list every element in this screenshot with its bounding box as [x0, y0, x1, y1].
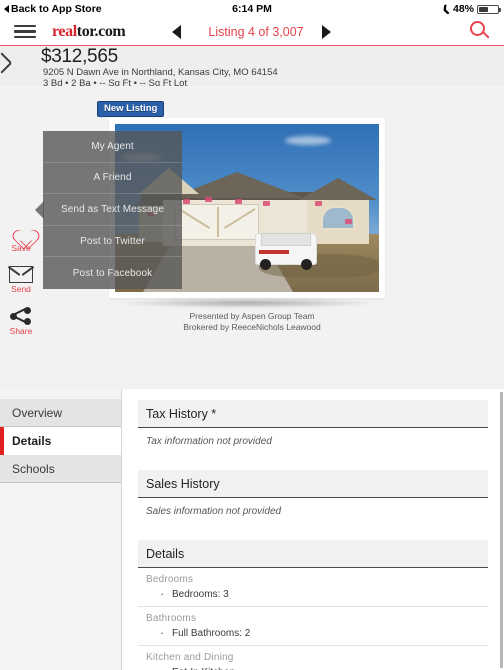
- next-listing-icon[interactable]: [322, 24, 331, 39]
- battery-icon: [477, 4, 501, 14]
- envelope-icon: [9, 266, 33, 283]
- photo-van: [255, 230, 317, 270]
- sales-history-body: Sales information not provided: [146, 506, 282, 517]
- photo-garage-door: [175, 204, 259, 240]
- share-popover-menu: My Agent A Friend Send as Text Message P…: [43, 131, 182, 289]
- share-menu-item-text-message[interactable]: Send as Text Message: [43, 194, 182, 226]
- detail-group-list: Bedrooms: 3: [146, 587, 480, 601]
- logo-text-dark: tor.com: [76, 22, 126, 40]
- sidebar-item-overview[interactable]: Overview: [0, 399, 122, 427]
- share-menu-item-my-agent[interactable]: My Agent: [43, 131, 182, 163]
- previous-listing-icon[interactable]: [172, 24, 181, 39]
- sidebar-item-label: Schools: [12, 461, 55, 476]
- action-rail: Save Send Share: [0, 222, 42, 349]
- detail-content-pane[interactable]: Tax History * Tax information not provid…: [122, 389, 504, 670]
- share-menu-item-twitter[interactable]: Post to Twitter: [43, 226, 182, 258]
- tax-history-body: Tax information not provided: [146, 436, 272, 447]
- detail-sidebar: Overview Details Schools: [0, 389, 122, 670]
- send-label: Send: [11, 284, 31, 294]
- back-chevron-icon[interactable]: [8, 54, 24, 78]
- share-menu-item-a-friend[interactable]: A Friend: [43, 163, 182, 195]
- list-item: Bedrooms: 3: [160, 587, 480, 601]
- detail-group-title: Bedrooms: [146, 574, 194, 585]
- photo-drop-shadow: [118, 298, 376, 308]
- listing-attribution: Presented by Aspen Group Team Brokered b…: [0, 311, 504, 333]
- photo-cloud: [285, 136, 331, 145]
- sidebar-item-label: Details: [12, 434, 52, 448]
- ios-status-bar: Back to App Store 6:14 PM ❰ 48%: [0, 0, 504, 18]
- detail-group-list: Full Bathrooms: 2: [146, 626, 480, 640]
- share-node-icon: [10, 307, 32, 325]
- share-menu-item-facebook[interactable]: Post to Facebook: [43, 257, 182, 289]
- detail-group-kitchen-and-dining: Kitchen and Dining Eat-In Kitchen Formal…: [138, 646, 488, 670]
- tax-history-title: Tax History *: [138, 400, 488, 428]
- realtor-listing-screen: Back to App Store 6:14 PM ❰ 48% realtor.…: [0, 0, 504, 670]
- list-item: Eat-In Kitchen: [160, 665, 480, 670]
- detail-group-bathrooms: Bathrooms Full Bathrooms: 2: [138, 607, 488, 646]
- list-item: Full Bathrooms: 2: [160, 626, 480, 640]
- status-badge: New Listing: [97, 100, 165, 117]
- hamburger-menu-icon[interactable]: [14, 24, 36, 39]
- sales-history-title: Sales History: [138, 470, 488, 498]
- property-price: $312,565: [41, 46, 118, 67]
- send-button[interactable]: Send: [0, 266, 42, 294]
- lower-section: Overview Details Schools Tax History * T…: [0, 389, 504, 670]
- tax-history-card: Tax History * Tax information not provid…: [138, 400, 488, 459]
- status-bar-right: ❰ 48%: [440, 2, 501, 15]
- sidebar-item-details[interactable]: Details: [0, 427, 122, 455]
- listing-counter-label: Listing 4 of 3,007: [208, 24, 304, 39]
- details-title: Details: [138, 540, 488, 568]
- battery-percent-label: 48%: [452, 3, 474, 15]
- save-button[interactable]: Save: [0, 222, 42, 253]
- pane-divider: [121, 389, 122, 670]
- detail-group-title: Kitchen and Dining: [146, 652, 234, 663]
- badge-tail-icon: [101, 112, 107, 118]
- popover-arrow-icon: [35, 201, 44, 219]
- detail-group-list: Eat-In Kitchen Formal Dining: [146, 665, 480, 670]
- new-listing-badge-wrap: New Listing: [97, 98, 165, 118]
- sidebar-item-schools[interactable]: Schools: [0, 455, 122, 483]
- presented-by-label: Presented by Aspen Group Team: [189, 311, 315, 321]
- location-arrow-icon: ❰: [440, 2, 452, 15]
- logo-text-red: real: [52, 22, 77, 40]
- share-button[interactable]: Share: [0, 307, 42, 336]
- search-icon[interactable]: [470, 20, 492, 43]
- share-label: Share: [9, 326, 33, 336]
- property-address: 9205 N Dawn Ave in Northland, Kansas Cit…: [43, 67, 278, 78]
- sales-history-card: Sales History Sales information not prov…: [138, 470, 488, 529]
- heart-icon: [10, 222, 32, 242]
- content-scrollbar[interactable]: [500, 392, 503, 668]
- brokered-by-label: Brokered by ReeceNichols Leawood: [183, 322, 321, 332]
- details-card: Details Bedrooms Bedrooms: 3 Bathrooms F…: [138, 540, 488, 670]
- property-header: $312,565 9205 N Dawn Ave in Northland, K…: [0, 46, 504, 89]
- app-nav-bar: realtor.com Listing 4 of 3,007: [0, 18, 504, 46]
- status-bar-time: 6:14 PM: [232, 3, 272, 15]
- detail-group-bedrooms: Bedrooms Bedrooms: 3: [138, 568, 488, 607]
- detail-group-title: Bathrooms: [146, 613, 197, 624]
- sidebar-item-label: Overview: [12, 405, 63, 420]
- realtor-logo[interactable]: realtor.com: [52, 22, 126, 41]
